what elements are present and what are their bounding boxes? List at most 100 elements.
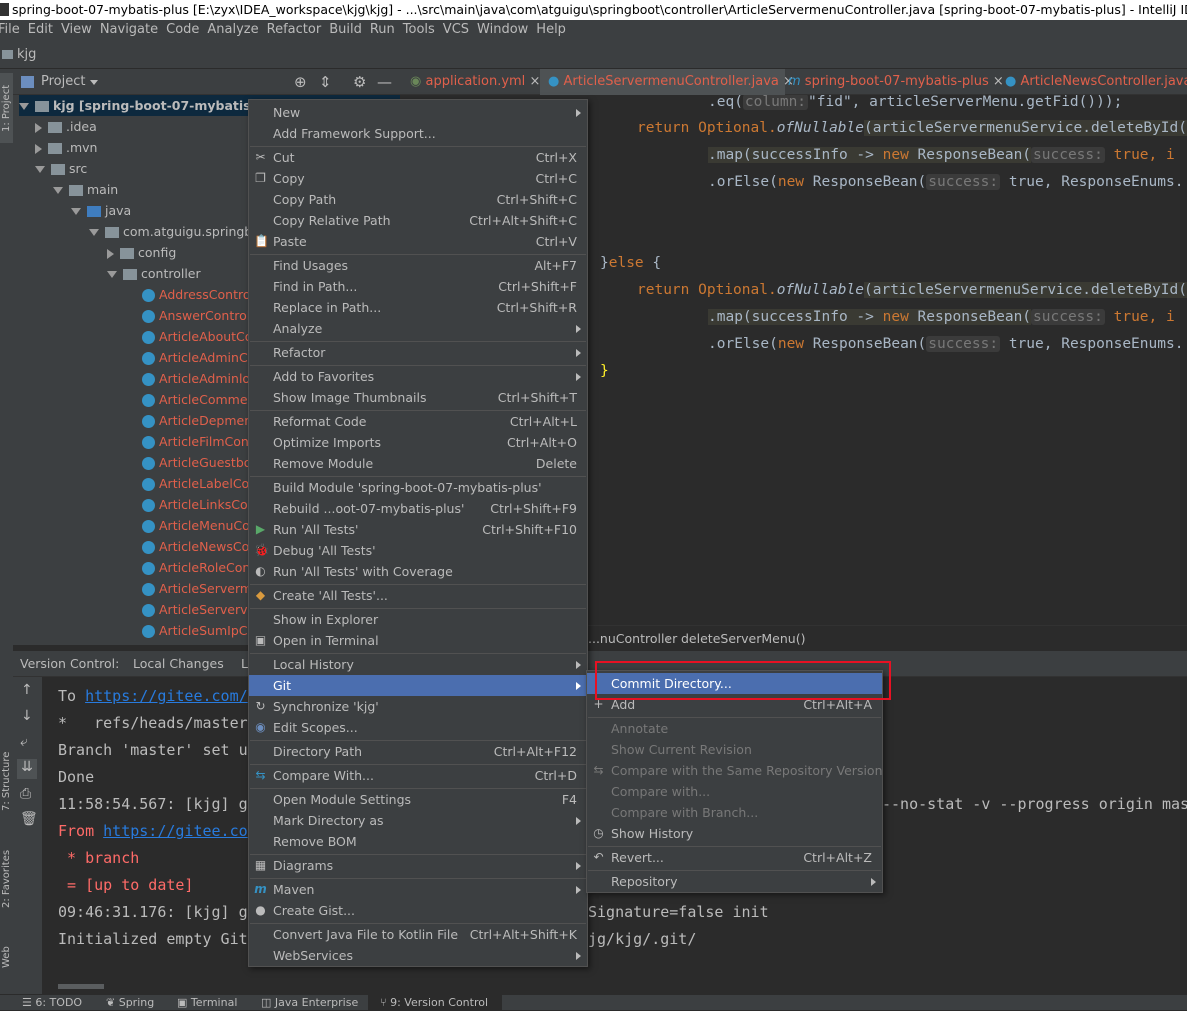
project-view-title[interactable]: Project xyxy=(41,69,85,95)
menu-item-open-module-settings[interactable]: Open Module Settings F4 xyxy=(249,789,587,810)
menu-item-compare-with[interactable]: Compare with... xyxy=(587,781,882,802)
menu-vcs[interactable]: VCS xyxy=(439,20,473,40)
tab-articleservermenucontroller[interactable]: ● ArticleServermenuController.java × xyxy=(540,69,794,95)
tool-tab-java-enterprise[interactable]: ◫ Java Enterprise xyxy=(261,995,358,1011)
menu-item-copy-relative-path[interactable]: Copy Relative Path Ctrl+Alt+Shift+C xyxy=(249,210,587,231)
menu-item-mark-directory-as[interactable]: Mark Directory as xyxy=(249,810,587,831)
menu-item-run-all-tests[interactable]: ▶ Run 'All Tests' Ctrl+Shift+F10 xyxy=(249,519,587,540)
gear-icon[interactable]: ⚙ xyxy=(353,69,366,95)
menu-item-optimize-imports[interactable]: Optimize Imports Ctrl+Alt+O xyxy=(249,432,587,453)
chevron-right-icon[interactable] xyxy=(35,143,42,154)
locate-icon[interactable]: ⊕ xyxy=(294,69,307,95)
hide-icon[interactable]: — xyxy=(377,69,392,95)
tree-item-package[interactable]: com.atguigu.springboot xyxy=(89,221,272,242)
menu-item-open-in-terminal[interactable]: ▣ Open in Terminal xyxy=(249,630,587,651)
tab-local-changes[interactable]: Local Changes xyxy=(133,651,224,677)
arrow-down-icon[interactable]: ↓ xyxy=(21,708,33,724)
menu-item-add-framework-support[interactable]: Add Framework Support... xyxy=(249,123,587,144)
tree-item-java[interactable]: java xyxy=(71,200,131,221)
menu-item-local-history[interactable]: Local History xyxy=(249,654,587,675)
menu-analyze[interactable]: Analyze xyxy=(203,20,262,40)
print-icon[interactable]: ⎙ xyxy=(20,786,31,802)
chevron-down-icon[interactable] xyxy=(90,80,98,85)
menu-run[interactable]: Run xyxy=(366,20,399,40)
tree-item-config[interactable]: config xyxy=(107,242,176,263)
menu-item-run-with-coverage[interactable]: ◐ Run 'All Tests' with Coverage xyxy=(249,561,587,582)
menu-item-synchronize[interactable]: ↻ Synchronize 'kjg' xyxy=(249,696,587,717)
chevron-down-icon[interactable] xyxy=(107,271,117,278)
menu-item-create-gist[interactable]: ● Create Gist... xyxy=(249,900,587,921)
menu-item-debug-all-tests[interactable]: 🐞 Debug 'All Tests' xyxy=(249,540,587,561)
menu-build[interactable]: Build xyxy=(325,20,366,40)
menu-file[interactable]: File xyxy=(0,20,24,40)
tree-item-src[interactable]: src xyxy=(35,158,87,179)
soft-wrap-icon[interactable]: ⤶ xyxy=(20,734,28,750)
tool-tab-structure[interactable]: 7: Structure xyxy=(0,744,13,819)
tree-item-main[interactable]: main xyxy=(53,179,118,200)
menu-code[interactable]: Code xyxy=(162,20,203,40)
menu-item-rebuild[interactable]: Rebuild ...oot-07-mybatis-plus' Ctrl+Shif… xyxy=(249,498,587,519)
menu-item-replace-in-path[interactable]: Replace in Path... Ctrl+Shift+R xyxy=(249,297,587,318)
nav-project-name[interactable]: kjg xyxy=(17,47,36,62)
menu-navigate[interactable]: Navigate xyxy=(96,20,162,40)
chevron-down-icon[interactable] xyxy=(53,187,63,194)
chevron-down-icon[interactable] xyxy=(19,103,29,110)
menu-item-convert-to-kotlin[interactable]: Convert Java File to Kotlin File Ctrl+Alt… xyxy=(249,924,587,945)
breadcrumb-method[interactable]: deleteServerMenu() xyxy=(681,626,805,652)
menu-item-build-module[interactable]: Build Module 'spring-boot-07-mybatis-plu… xyxy=(249,477,587,498)
menu-item-annotate[interactable]: Annotate xyxy=(587,718,882,739)
menu-item-find-in-path[interactable]: Find in Path... Ctrl+Shift+F xyxy=(249,276,587,297)
tab-articlenewscontroller[interactable]: ● ArticleNewsController.java xyxy=(1005,69,1187,95)
breadcrumb-class[interactable]: ...nuController xyxy=(588,626,677,652)
menu-item-reformat-code[interactable]: Reformat Code Ctrl+Alt+L xyxy=(249,411,587,432)
menu-item-maven[interactable]: m Maven xyxy=(249,879,587,900)
close-icon[interactable]: × xyxy=(993,74,1004,89)
close-icon[interactable]: × xyxy=(529,74,540,89)
tab-log[interactable]: L xyxy=(241,651,248,677)
menu-item-new[interactable]: New xyxy=(249,102,587,123)
menu-item-revert[interactable]: ↶ Revert... Ctrl+Alt+Z xyxy=(587,847,882,868)
trash-icon[interactable]: 🗑 xyxy=(20,811,38,827)
menu-help[interactable]: Help xyxy=(532,20,570,40)
menu-item-show-current-revision[interactable]: Show Current Revision xyxy=(587,739,882,760)
chevron-down-icon[interactable] xyxy=(89,229,99,236)
menu-refactor[interactable]: Refactor xyxy=(263,20,326,40)
menu-item-edit-scopes[interactable]: ◉ Edit Scopes... xyxy=(249,717,587,738)
tool-tab-spring[interactable]: ❦ Spring xyxy=(106,995,154,1011)
tree-item-controller[interactable]: controller xyxy=(107,263,201,284)
menu-item-paste[interactable]: 📋 Paste Ctrl+V xyxy=(249,231,587,252)
tool-tab-terminal[interactable]: ▣ Terminal xyxy=(177,995,237,1011)
menu-item-compare-same-repo-version[interactable]: ⇆ Compare with the Same Repository Versio… xyxy=(587,760,882,781)
menu-item-add-to-favorites[interactable]: Add to Favorites xyxy=(249,366,587,387)
menu-item-refactor[interactable]: Refactor xyxy=(249,342,587,363)
chevron-down-icon[interactable] xyxy=(35,166,45,173)
menu-item-cut[interactable]: ✂ Cut Ctrl+X xyxy=(249,147,587,168)
tool-tab-version-control[interactable]: ⑂ 9: Version Control xyxy=(368,995,502,1010)
menu-edit[interactable]: Edit xyxy=(24,20,57,40)
menu-item-git[interactable]: Git xyxy=(249,675,587,696)
menu-item-show-image-thumbnails[interactable]: Show Image Thumbnails Ctrl+Shift+T xyxy=(249,387,587,408)
chevron-right-icon[interactable] xyxy=(35,122,42,133)
tree-item-idea[interactable]: .idea xyxy=(35,116,97,137)
arrow-up-icon[interactable]: ↑ xyxy=(21,682,33,698)
menu-item-directory-path[interactable]: Directory Path Ctrl+Alt+F12 xyxy=(249,741,587,762)
tool-tab-favorites[interactable]: 2: Favorites xyxy=(0,839,13,919)
menu-tools[interactable]: Tools xyxy=(399,20,439,40)
tool-tab-project[interactable]: 1: Project xyxy=(0,73,13,143)
tree-item-mvn[interactable]: .mvn xyxy=(35,137,97,158)
menu-item-analyze[interactable]: Analyze xyxy=(249,318,587,339)
menu-item-remove-bom[interactable]: Remove BOM xyxy=(249,831,587,852)
menu-item-webservices[interactable]: WebServices xyxy=(249,945,587,966)
menu-item-show-in-explorer[interactable]: Show in Explorer xyxy=(249,609,587,630)
menu-item-create-all-tests[interactable]: ◆ Create 'All Tests'... xyxy=(249,585,587,606)
collapse-icon[interactable]: ⇕ xyxy=(319,69,332,95)
chevron-down-icon[interactable] xyxy=(71,208,81,215)
menu-item-repository[interactable]: Repository xyxy=(587,871,882,892)
tab-module-settings[interactable]: m spring-boot-07-mybatis-plus × xyxy=(788,69,1004,95)
menu-item-compare-with-branch[interactable]: Compare with Branch... xyxy=(587,802,882,823)
menu-item-find-usages[interactable]: Find Usages Alt+F7 xyxy=(249,255,587,276)
menu-item-copy-path[interactable]: Copy Path Ctrl+Shift+C xyxy=(249,189,587,210)
menu-item-show-history[interactable]: ◷ Show History xyxy=(587,823,882,844)
horizontal-scrollbar[interactable] xyxy=(58,984,104,989)
menu-window[interactable]: Window xyxy=(473,20,532,40)
